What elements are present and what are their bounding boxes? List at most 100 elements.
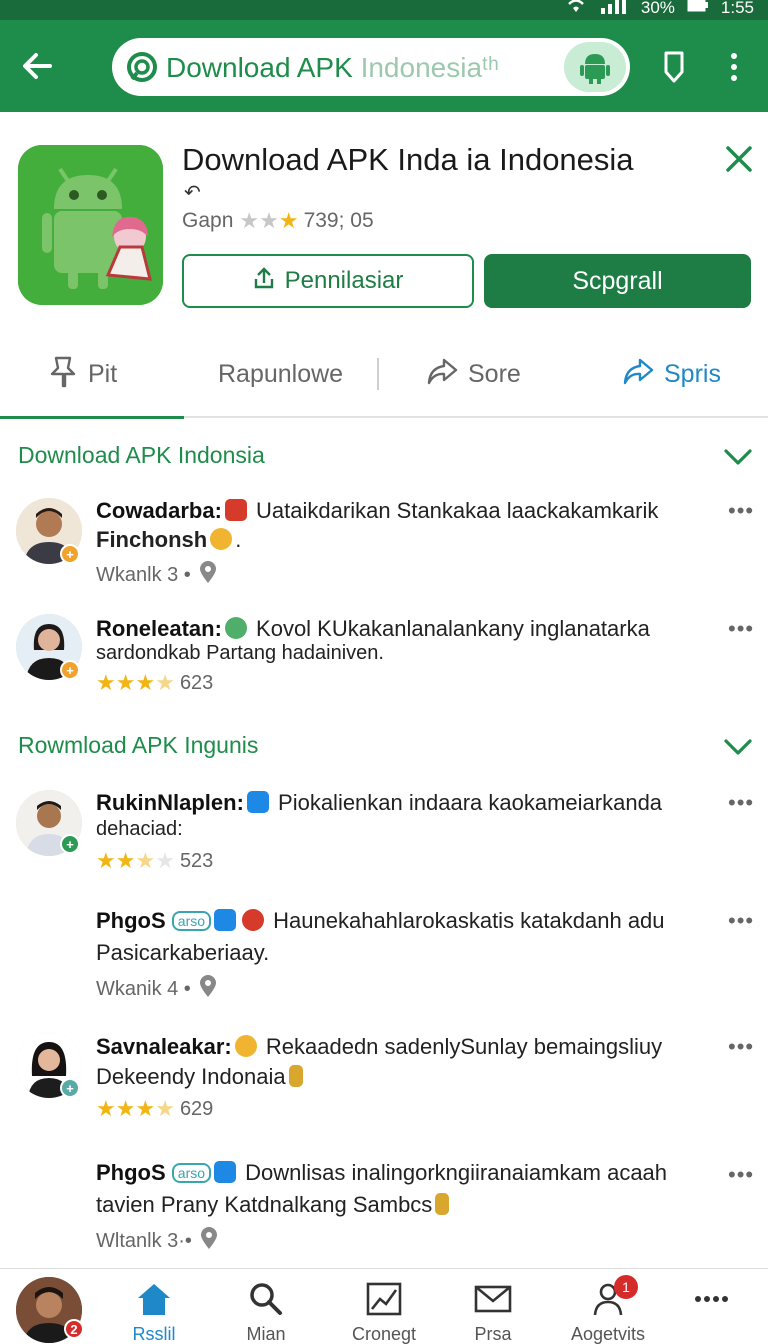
- nav-more[interactable]: [662, 1281, 762, 1322]
- share-icon: [426, 355, 458, 394]
- chevron-down-icon[interactable]: [722, 446, 754, 468]
- more-options-icon[interactable]: •••: [728, 498, 754, 524]
- nav-chart[interactable]: Cronegt: [334, 1281, 434, 1344]
- star-icon: ★: [155, 848, 175, 873]
- list-item[interactable]: + RukinNlaplen: Piokalienkan indaara kao…: [0, 786, 768, 886]
- tab-download[interactable]: Rapunlowe: [218, 354, 343, 394]
- mail-icon: [474, 1281, 512, 1322]
- tab-share-label: Sore: [468, 359, 521, 388]
- nav-search-label: Mian: [246, 1324, 286, 1344]
- post-meta-text: Wkanlk 3 •: [96, 563, 191, 586]
- list-item[interactable]: + Cowadarba: Uataikdarikan Stankakaa laa…: [0, 494, 768, 594]
- post-text-continued: Dekeendy Indonaia: [96, 1064, 306, 1090]
- post-line2: Dekeendy Indonaia: [96, 1064, 286, 1089]
- url-text: Download APK Indonesiaᵗʰ: [166, 52, 499, 84]
- post-author: PhgoS: [96, 908, 166, 933]
- post-text: Savnaleakar: Rekaadedn sadenlySunlay bem…: [96, 1034, 662, 1060]
- post-author: RukinNlaplen:: [96, 790, 244, 815]
- tab-pin[interactable]: Pit: [48, 354, 117, 394]
- star-icon: ★: [96, 848, 116, 873]
- verified-check-icon: [214, 909, 237, 931]
- app-meta-count: 739; 05: [303, 209, 374, 232]
- more-options-icon[interactable]: •••: [728, 1162, 754, 1188]
- post-text-continued: sardondkab Partang hadainiven.: [96, 642, 384, 664]
- post-text-continued: dehaciad:: [96, 818, 183, 840]
- overflow-menu-icon[interactable]: [722, 50, 746, 84]
- post-body: Piokalienkan indaara kaokameiarkanda: [271, 790, 663, 815]
- surprised-emoji-icon: [234, 1035, 257, 1057]
- list-item[interactable]: PhgoS arso Downlisas inalingorkngiiranai…: [0, 1158, 768, 1258]
- star-half-icon: ★: [155, 1096, 175, 1121]
- app-title: Download APK Inda ia Indonesia: [182, 142, 634, 177]
- more-options-icon[interactable]: •••: [728, 616, 754, 642]
- star-icon: ★: [135, 670, 155, 695]
- shield-emoji-icon: [224, 499, 247, 521]
- nav-chart-label: Cronegt: [351, 1324, 417, 1344]
- battery-percent: 30%: [640, 0, 675, 17]
- post-meta-count: 623: [179, 671, 214, 694]
- back-arrow-icon[interactable]: [18, 46, 58, 86]
- list-item[interactable]: + Roneleatan: Kovol KUkakanlanalankany i…: [0, 610, 768, 700]
- more-icon: [692, 1281, 732, 1322]
- bookmark-icon[interactable]: [658, 50, 690, 84]
- chart-icon: [365, 1281, 403, 1322]
- search-icon: [247, 1281, 285, 1322]
- address-bar[interactable]: Download APK Indonesiaᵗʰ: [112, 38, 630, 96]
- close-icon[interactable]: [722, 142, 756, 176]
- nav-home[interactable]: Rsslil: [104, 1281, 204, 1344]
- location-pin-icon: [197, 560, 219, 590]
- tab-share[interactable]: Sore: [426, 354, 521, 394]
- rating-stars: ★ ★ ★: [239, 208, 298, 234]
- star-icon: ★: [96, 1096, 116, 1121]
- location-pin-icon: [197, 974, 219, 1004]
- post-author: Savnaleakar:: [96, 1034, 232, 1059]
- install-button[interactable]: Scpgrall: [484, 254, 751, 308]
- app-icon: [18, 145, 163, 305]
- star-half-icon: ★: [135, 848, 155, 873]
- emoji-icon: [210, 528, 233, 550]
- nav-search[interactable]: Mian: [216, 1281, 316, 1344]
- tab-download-label: Rapunlowe: [218, 359, 344, 388]
- app-meta-label: Gapn: [182, 209, 234, 232]
- upload-icon: [253, 266, 275, 297]
- nav-home-label: Rsslil: [132, 1324, 176, 1344]
- post-body: Rekaadedn sadenlySunlay bemaingsliuy: [259, 1034, 663, 1059]
- more-options-icon[interactable]: •••: [728, 908, 754, 934]
- clock: 1:55: [720, 0, 754, 17]
- app-subtitle: ↶: [184, 182, 201, 204]
- verified-badge-icon: +: [60, 660, 80, 680]
- wifi-icon: [565, 0, 587, 19]
- post-meta-count: 523: [179, 849, 214, 872]
- secondary-action-button[interactable]: Pennilasiar: [182, 254, 474, 308]
- list-item[interactable]: + Savnaleakar: Rekaadedn sadenlySunlay b…: [0, 1030, 768, 1130]
- more-options-icon[interactable]: •••: [728, 790, 754, 816]
- tag-pill: arso: [171, 1163, 212, 1183]
- post-body: Uataikdarikan Stankakaa laackakamkarik: [249, 498, 659, 523]
- chevron-down-icon[interactable]: [722, 736, 754, 758]
- post-meta: Wkanlk 3 •: [96, 560, 219, 590]
- rating-stars: ★ ★ ★ ★: [96, 848, 175, 874]
- post-body: Kovol KUkakanlanalankany inglanatarka: [249, 616, 650, 641]
- browser-toolbar: Download APK Indonesiaᵗʰ: [0, 20, 768, 112]
- star-icon: ★: [96, 670, 116, 695]
- notification-badge-icon: 2: [64, 1319, 84, 1339]
- post-author: Cowadarba:: [96, 498, 222, 523]
- verified-badge-icon: +: [60, 544, 80, 564]
- post-text-continued: tavien Prany Katdnalkang Sambcs: [96, 1192, 452, 1218]
- post-body: Haunekahahlarokaskatis katakdanh adu: [267, 908, 665, 933]
- nav-messages[interactable]: Prsa: [443, 1281, 543, 1344]
- post-meta: Wkanik 4 •: [96, 974, 219, 1004]
- post-line2: Finchonsh: [96, 527, 208, 552]
- post-meta-text: Wkanik 4 •: [96, 977, 191, 1000]
- list-item[interactable]: PhgoS arso Haunekahahlarokaskatis katakd…: [0, 904, 768, 1004]
- post-author: PhgoS: [96, 1160, 166, 1185]
- more-options-icon[interactable]: •••: [728, 1034, 754, 1060]
- android-icon[interactable]: [564, 42, 626, 92]
- pin-icon: [48, 354, 78, 395]
- star-icon: ★: [135, 1096, 155, 1121]
- tab-forward[interactable]: Spris: [622, 354, 721, 394]
- nav-activity[interactable]: Aogetvits 1: [558, 1275, 658, 1344]
- section-title: Download APK Indonsia: [18, 442, 265, 468]
- verified-check-icon: [214, 1161, 237, 1183]
- post-text-continued: Pasicarkaberiaay.: [96, 940, 270, 965]
